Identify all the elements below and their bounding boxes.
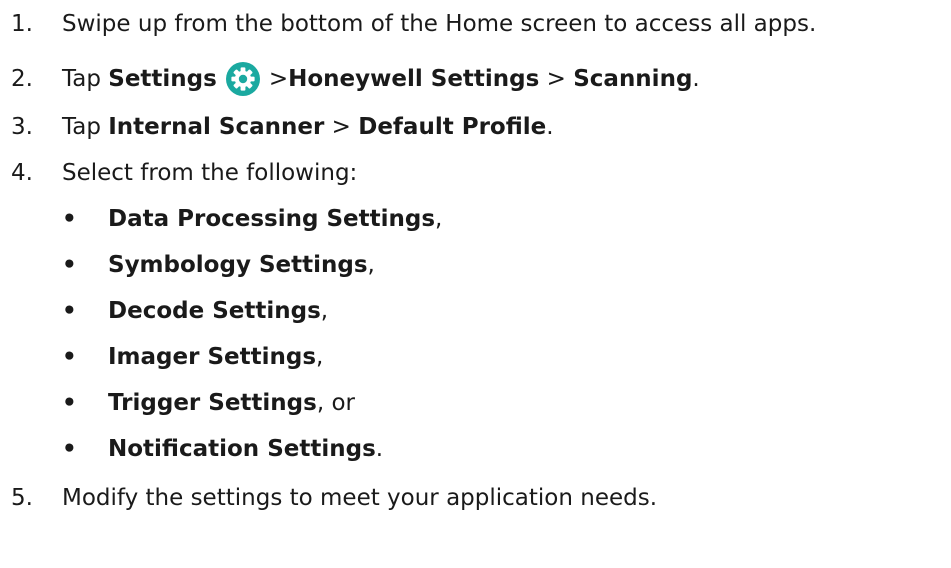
option-label: Data Processing Settings (108, 206, 436, 232)
step-prefix: Tap (62, 66, 109, 92)
option-suffix: , (320, 298, 329, 324)
step-text: Select from the following: (62, 160, 358, 186)
step-end: . (692, 66, 700, 92)
option-suffix: , or (316, 390, 355, 416)
option-text: Data Processing Settings , (108, 206, 442, 232)
bullet: • (62, 298, 77, 324)
step-number: 2. (11, 66, 33, 92)
default-profile-label: Default Profile (358, 114, 547, 140)
honeywell-settings-label: Honeywell Settings (288, 66, 540, 92)
option-label: Trigger Settings (108, 390, 317, 416)
breadcrumb-separator: > (539, 66, 574, 92)
step-text: Tap Settings > Honeywell Settings > Scan… (62, 62, 700, 96)
option-suffix: , (367, 252, 375, 278)
step-number: 5. (11, 485, 33, 511)
option-text: Imager Settings , (108, 344, 323, 370)
step-number: 4. (11, 160, 33, 186)
bullet: • (62, 252, 77, 278)
option-suffix: . (375, 436, 384, 462)
option-text: Symbology Settings , (108, 252, 375, 278)
option-suffix: , (435, 206, 443, 232)
option-label: Imager Settings (108, 344, 317, 370)
option-label: Decode Settings (108, 298, 321, 324)
bullet: • (62, 206, 77, 232)
step-number: 3. (11, 114, 33, 140)
option-text: Decode Settings , (108, 298, 328, 324)
breadcrumb-separator: > (268, 66, 289, 92)
step-text: Swipe up from the bottom of the Home scr… (62, 11, 817, 37)
option-label: Notification Settings (108, 436, 376, 462)
internal-scanner-label: Internal Scanner (108, 114, 325, 140)
option-suffix: , (316, 344, 324, 370)
option-text: Notification Settings . (108, 436, 383, 462)
bullet: • (62, 436, 77, 462)
bullet: • (62, 390, 77, 416)
gear-icon (225, 62, 260, 96)
bullet: • (62, 344, 77, 370)
option-label: Symbology Settings (108, 252, 368, 278)
scanning-label: Scanning (573, 66, 693, 92)
step-prefix: Tap (62, 114, 109, 140)
step-text: Tap Internal Scanner > Default Profile . (62, 114, 554, 140)
settings-label: Settings (108, 66, 217, 92)
breadcrumb-separator: > (324, 114, 359, 140)
step-text: Modify the settings to meet your applica… (62, 485, 658, 511)
option-text: Trigger Settings , or (108, 390, 355, 416)
step-end: . (546, 114, 554, 140)
step-number: 1. (11, 11, 33, 37)
